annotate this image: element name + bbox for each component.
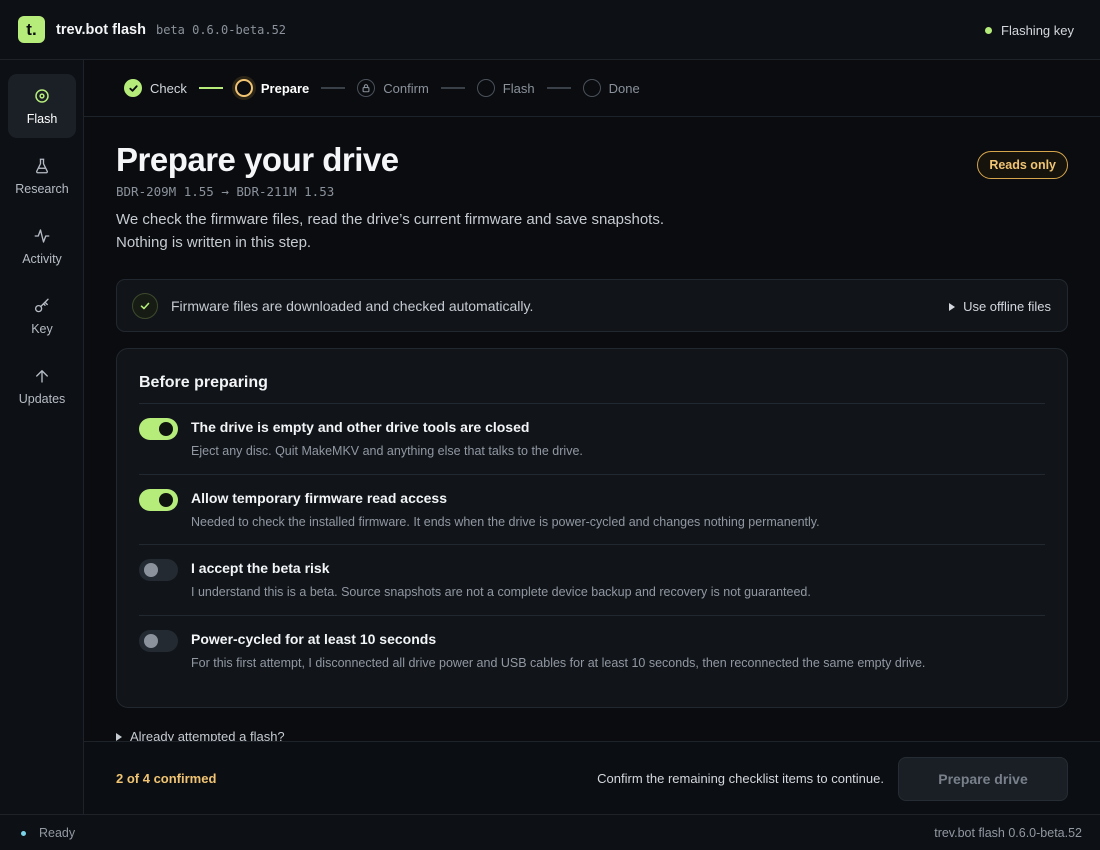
beta-risk-toggle[interactable]	[139, 559, 178, 581]
checklist-item-description: For this first attempt, I disconnected a…	[191, 656, 926, 670]
check-icon	[132, 292, 158, 319]
stepper: Check Prepare Confirm Flash Done	[84, 60, 1100, 117]
step-connector	[198, 87, 223, 89]
app-logo: t.	[18, 16, 45, 43]
sidebar-item-research[interactable]: Research	[8, 144, 76, 208]
check-icon	[124, 79, 142, 97]
connection-status-label: Flashing key	[1001, 22, 1074, 38]
checklist-item-title: The drive is empty and other drive tools…	[191, 419, 530, 435]
step-connector	[546, 87, 571, 89]
footer-hint: Confirm the remaining checklist items to…	[597, 771, 884, 786]
drive-empty-toggle[interactable]	[139, 418, 178, 440]
prepare-drive-button[interactable]: Prepare drive	[898, 757, 1068, 801]
step-label: Prepare	[260, 80, 310, 96]
reads-only-badge: Reads only	[977, 151, 1068, 179]
confirmed-count: 2 of 4 confirmed	[116, 771, 217, 786]
power-cycled-toggle[interactable]	[139, 630, 178, 652]
step-check: Check	[124, 79, 187, 97]
page-description-note: Nothing is written in this step.	[116, 234, 312, 251]
status-bar: Ready trev.bot flash 0.6.0-beta.52	[0, 814, 1100, 850]
lock-icon	[357, 79, 376, 97]
status-dot-icon	[985, 26, 993, 34]
step-done: Done	[582, 79, 640, 97]
page-description: We check the firmware files, read the dr…	[116, 211, 665, 228]
key-icon	[34, 298, 49, 312]
toggle-knob	[159, 422, 173, 436]
sidebar-item-label: Research	[15, 181, 69, 196]
step-connector	[440, 87, 465, 89]
sidebar-item-activity[interactable]: Activity	[8, 214, 76, 278]
current-step-ring-icon	[234, 79, 253, 97]
toggle-knob	[159, 493, 173, 507]
app-name: trev.bot flash	[56, 21, 146, 38]
app-version: beta 0.6.0-beta.52	[155, 22, 287, 37]
checklist-item-description: I understand this is a beta. Source snap…	[191, 585, 811, 599]
pending-step-circle-icon	[582, 79, 601, 97]
sidebar-item-label: Flash	[26, 111, 58, 126]
step-label: Check	[150, 80, 187, 96]
already-attempted-label: Already attempted a flash?	[130, 729, 285, 741]
step-prepare: Prepare	[234, 79, 310, 97]
ready-dot-icon	[21, 830, 26, 836]
pending-step-circle-icon	[476, 79, 495, 97]
sidebar-item-key[interactable]: Key	[8, 284, 76, 348]
checklist-item: Allow temporary firmware read access Nee…	[139, 474, 1045, 545]
caret-right-icon	[949, 302, 956, 311]
sidebar-item-updates[interactable]: Updates	[8, 354, 76, 418]
read-access-toggle[interactable]	[139, 489, 178, 511]
caret-right-icon	[116, 732, 122, 741]
toggle-knob	[144, 563, 158, 577]
checklist-item: I accept the beta risk I understand this…	[139, 544, 1045, 615]
sidebar-item-label: Updates	[18, 391, 66, 406]
step-confirm: Confirm	[357, 79, 429, 97]
use-offline-files-toggle[interactable]: Use offline files	[949, 280, 1051, 333]
firmware-status-box: Firmware files are downloaded and checke…	[116, 279, 1068, 332]
checklist-item: The drive is empty and other drive tools…	[139, 403, 1045, 474]
status-version: trev.bot flash 0.6.0-beta.52	[934, 826, 1082, 840]
sidebar-item-label: Activity	[22, 251, 62, 266]
checklist-item-title: I accept the beta risk	[191, 560, 330, 576]
checklist-item-description: Eject any disc. Quit MakeMKV and anythin…	[191, 444, 583, 458]
connection-status: Flashing key	[985, 0, 1074, 60]
use-offline-files-label: Use offline files	[963, 299, 1051, 314]
before-preparing-checklist: Before preparing The drive is empty and …	[116, 348, 1068, 708]
page-title: Prepare your drive	[116, 141, 399, 178]
toggle-knob	[144, 634, 158, 648]
top-bar: t. trev.bot flash beta 0.6.0-beta.52 Fla…	[0, 0, 1100, 60]
status-ready: Ready	[21, 815, 75, 850]
checklist-title: Before preparing	[139, 374, 268, 391]
drive-model-line: BDR-209M 1.55 → BDR-211M 1.53	[116, 184, 335, 199]
step-label: Confirm	[383, 80, 429, 96]
checklist-item-title: Power-cycled for at least 10 seconds	[191, 631, 437, 647]
step-label: Flash	[502, 80, 535, 96]
flask-icon	[36, 158, 48, 173]
firmware-status-text: Firmware files are downloaded and checke…	[171, 297, 534, 314]
sidebar: Flash Research Activity Key Updates	[0, 60, 84, 814]
step-connector	[321, 87, 346, 89]
main-content: Prepare your drive BDR-209M 1.55 → BDR-2…	[84, 117, 1100, 741]
checklist-item-title: Allow temporary firmware read access	[191, 490, 448, 506]
activity-icon	[34, 228, 50, 243]
arrow-up-icon	[36, 369, 48, 383]
step-flash: Flash	[476, 79, 535, 97]
checklist-item: Power-cycled for at least 10 seconds For…	[139, 615, 1045, 686]
sidebar-item-flash[interactable]: Flash	[8, 74, 76, 138]
checklist-item-description: Needed to check the installed firmware. …	[191, 515, 820, 529]
action-footer: 2 of 4 confirmed Confirm the remaining c…	[84, 741, 1100, 814]
target-icon	[35, 88, 49, 103]
step-label: Done	[608, 80, 640, 96]
already-attempted-toggle[interactable]: Already attempted a flash?	[116, 729, 285, 741]
status-ready-label: Ready	[39, 826, 76, 840]
sidebar-item-label: Key	[31, 321, 53, 336]
